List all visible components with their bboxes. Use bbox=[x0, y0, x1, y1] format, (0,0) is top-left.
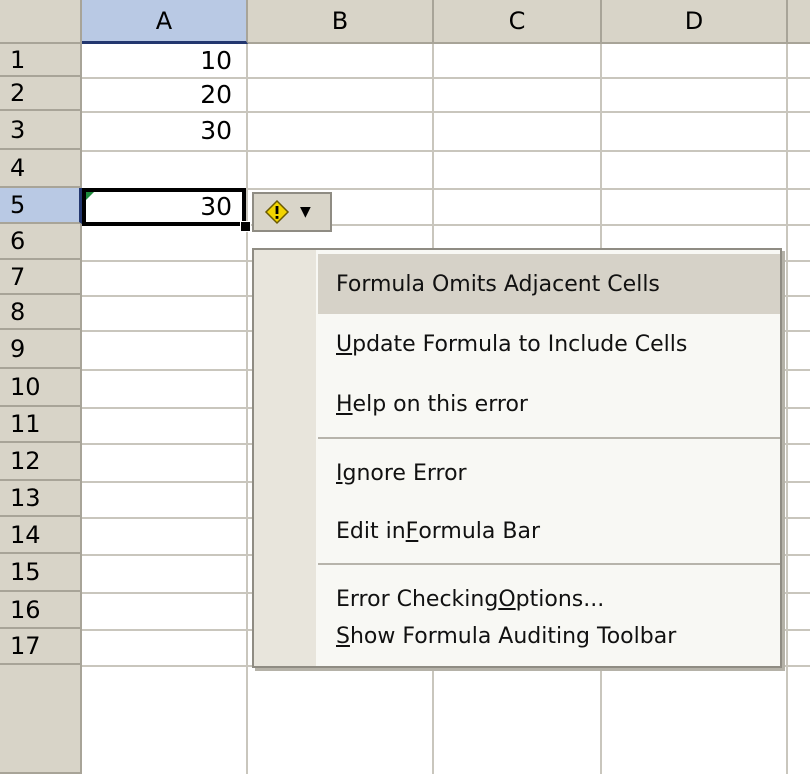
row-header-3[interactable]: 3 bbox=[0, 111, 82, 150]
column-header-e[interactable] bbox=[788, 0, 810, 44]
menu-item-ignore-error[interactable]: Ignore Error bbox=[318, 443, 780, 503]
row-header-10[interactable]: 10 bbox=[0, 369, 82, 407]
row-header-16[interactable]: 16 bbox=[0, 592, 82, 629]
grid-line bbox=[786, 44, 788, 774]
spreadsheet: A B C D 1 2 3 4 5 6 7 8 9 10 11 12 13 14… bbox=[0, 0, 810, 774]
column-header-a[interactable]: A bbox=[82, 0, 248, 44]
active-cell-border bbox=[82, 188, 246, 226]
menu-separator bbox=[318, 563, 780, 565]
menu-item-update-formula[interactable]: Update Formula to Include Cells bbox=[318, 314, 780, 374]
column-header-d[interactable]: D bbox=[602, 0, 788, 44]
row-header-1[interactable]: 1 bbox=[0, 44, 82, 77]
error-smart-tag-button[interactable]: ▼ bbox=[252, 192, 332, 232]
column-header-b[interactable]: B bbox=[248, 0, 434, 44]
row-header-14[interactable]: 14 bbox=[0, 517, 82, 554]
warning-diamond-icon bbox=[262, 197, 292, 227]
row-header-6[interactable]: 6 bbox=[0, 224, 82, 260]
row-header-13[interactable]: 13 bbox=[0, 481, 82, 517]
select-all-corner[interactable] bbox=[0, 0, 82, 44]
row-header-5[interactable]: 5 bbox=[0, 188, 82, 224]
cell-a2[interactable]: 20 bbox=[82, 77, 246, 111]
row-header-15[interactable]: 15 bbox=[0, 554, 82, 592]
cell-a3[interactable]: 30 bbox=[82, 111, 246, 150]
row-header-4[interactable]: 4 bbox=[0, 150, 82, 188]
row-header-blank bbox=[0, 665, 82, 774]
row-header-17[interactable]: 17 bbox=[0, 629, 82, 665]
menu-item-help-on-error[interactable]: Help on this error bbox=[318, 374, 780, 434]
menu-item-formula-omits-adjacent-cells[interactable]: Formula Omits Adjacent Cells bbox=[318, 254, 780, 314]
row-header-2[interactable]: 2 bbox=[0, 77, 82, 111]
row-header-11[interactable]: 11 bbox=[0, 407, 82, 443]
menu-item-show-formula-auditing-toolbar[interactable]: Show Formula Auditing Toolbar bbox=[318, 606, 780, 666]
grid-line bbox=[82, 150, 810, 152]
error-indicator-triangle bbox=[86, 192, 94, 200]
error-options-menu: Formula Omits Adjacent Cells Update Form… bbox=[252, 248, 782, 668]
row-header-7[interactable]: 7 bbox=[0, 260, 82, 295]
small-down-arrow-icon: ▼ bbox=[300, 204, 311, 220]
column-header-c[interactable]: C bbox=[434, 0, 602, 44]
row-header-12[interactable]: 12 bbox=[0, 443, 82, 481]
cell-a1[interactable]: 10 bbox=[82, 44, 246, 77]
menu-gutter bbox=[254, 250, 316, 666]
row-header-9[interactable]: 9 bbox=[0, 330, 82, 369]
menu-separator bbox=[318, 437, 780, 439]
row-header-8[interactable]: 8 bbox=[0, 295, 82, 330]
menu-item-edit-in-formula-bar[interactable]: Edit in Formula Bar bbox=[318, 501, 780, 561]
fill-handle[interactable] bbox=[240, 221, 251, 232]
grid-line bbox=[246, 44, 248, 774]
